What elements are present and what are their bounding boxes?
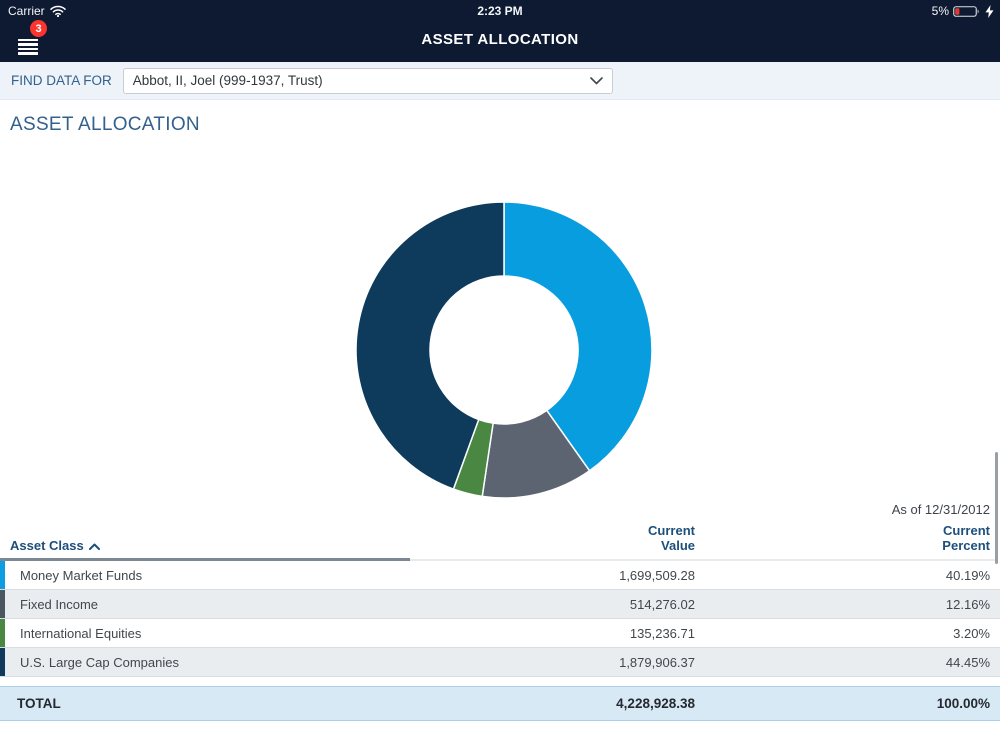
current-percent: 3.20%	[695, 626, 990, 641]
total-label: TOTAL	[0, 696, 415, 711]
page-title: ASSET ALLOCATION	[10, 114, 1000, 136]
table-header: Asset Class Current Value Current Percen…	[0, 517, 1000, 558]
chart-area	[0, 136, 1000, 498]
asset-class-name: U.S. Large Cap Companies	[0, 655, 415, 670]
current-value: 1,699,509.28	[415, 568, 695, 583]
scrollbar[interactable]	[995, 452, 998, 564]
asset-class-name: International Equities	[0, 626, 415, 641]
total-percent: 100.00%	[695, 696, 990, 711]
column-header-asset-class[interactable]: Asset Class	[0, 538, 415, 553]
battery-icon	[953, 5, 981, 18]
asset-class-name: Money Market Funds	[0, 568, 415, 583]
asset-class-table: Money Market Funds1,699,509.2840.19%Fixe…	[0, 561, 1000, 677]
clock: 2:23 PM	[0, 4, 1000, 18]
app-header: Carrier 2:23 PM 5% 3	[0, 0, 1000, 62]
asset-color-swatch	[0, 590, 5, 618]
asset-color-swatch	[0, 648, 5, 676]
account-select-value: Abbot, II, Joel (999-1937, Trust)	[133, 73, 323, 88]
as-of-date: As of 12/31/2012	[0, 502, 1000, 517]
total-row: TOTAL 4,228,928.38 100.00%	[0, 686, 1000, 721]
current-percent: 44.45%	[695, 655, 990, 670]
current-value: 1,879,906.37	[415, 655, 695, 670]
asset-class-name: Fixed Income	[0, 597, 415, 612]
asset-allocation-donut-chart[interactable]	[354, 200, 654, 500]
charging-bolt-icon	[985, 5, 994, 18]
sort-asc-icon	[89, 543, 100, 550]
find-data-label: FIND DATA FOR	[11, 73, 112, 88]
table-row[interactable]: U.S. Large Cap Companies1,879,906.3744.4…	[0, 648, 1000, 677]
total-value: 4,228,928.38	[415, 696, 695, 711]
current-percent: 12.16%	[695, 597, 990, 612]
find-data-bar: FIND DATA FOR Abbot, II, Joel (999-1937,…	[0, 62, 1000, 100]
chevron-down-icon	[590, 77, 603, 85]
asset-color-swatch	[0, 619, 5, 647]
current-percent: 40.19%	[695, 568, 990, 583]
table-row[interactable]: Money Market Funds1,699,509.2840.19%	[0, 561, 1000, 590]
account-select[interactable]: Abbot, II, Joel (999-1937, Trust)	[123, 68, 613, 94]
current-value: 135,236.71	[415, 626, 695, 641]
asset-color-swatch	[0, 561, 5, 589]
table-row[interactable]: Fixed Income514,276.0212.16%	[0, 590, 1000, 619]
column-header-current-value[interactable]: Current Value	[415, 523, 695, 553]
nav-title: ASSET ALLOCATION	[0, 31, 1000, 48]
battery-percent-label: 5%	[932, 4, 949, 18]
current-value: 514,276.02	[415, 597, 695, 612]
column-header-current-percent[interactable]: Current Percent	[695, 523, 990, 553]
table-row[interactable]: International Equities135,236.713.20%	[0, 619, 1000, 648]
status-bar: Carrier 2:23 PM 5%	[0, 0, 1000, 22]
